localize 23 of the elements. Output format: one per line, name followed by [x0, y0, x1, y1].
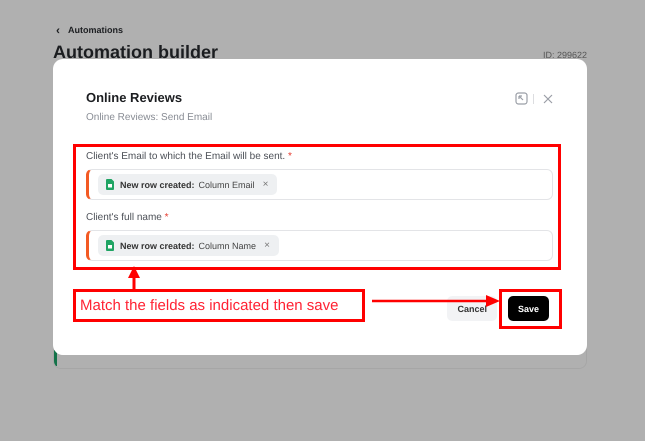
modal-subtitle: Online Reviews: Send Email — [86, 112, 212, 123]
status-strip — [54, 350, 57, 366]
remove-icon[interactable]: × — [262, 179, 268, 190]
back-icon[interactable]: ‹ — [56, 24, 60, 36]
spreadsheet-icon — [106, 179, 114, 190]
remove-icon[interactable]: × — [264, 240, 270, 251]
annotation-arrow — [128, 266, 140, 290]
save-button[interactable]: Save — [508, 296, 549, 321]
annotation-frame — [499, 289, 562, 329]
back-link[interactable]: Automations — [68, 25, 123, 35]
variable-chip[interactable]: New row created: Column Email × — [98, 174, 278, 195]
input-field[interactable]: New row created: Column Email × — [86, 169, 553, 200]
annotation-callout: Match the fields as indicated then save — [73, 289, 365, 322]
expand-icon[interactable] — [515, 92, 528, 105]
field-label: Client's Email to which the Email will be sent. * — [86, 151, 293, 163]
close-icon[interactable] — [543, 94, 553, 104]
modal-title: Online Reviews — [86, 90, 184, 106]
field-label: Client's full name * — [86, 212, 170, 224]
automation-id: ID: 299622 — [542, 50, 587, 60]
page-title: Automation builder — [53, 41, 218, 64]
variable-chip[interactable]: New row created: Column Name × — [98, 235, 279, 256]
spreadsheet-icon — [106, 240, 114, 251]
input-field[interactable]: New row created: Column Name × — [86, 230, 553, 261]
